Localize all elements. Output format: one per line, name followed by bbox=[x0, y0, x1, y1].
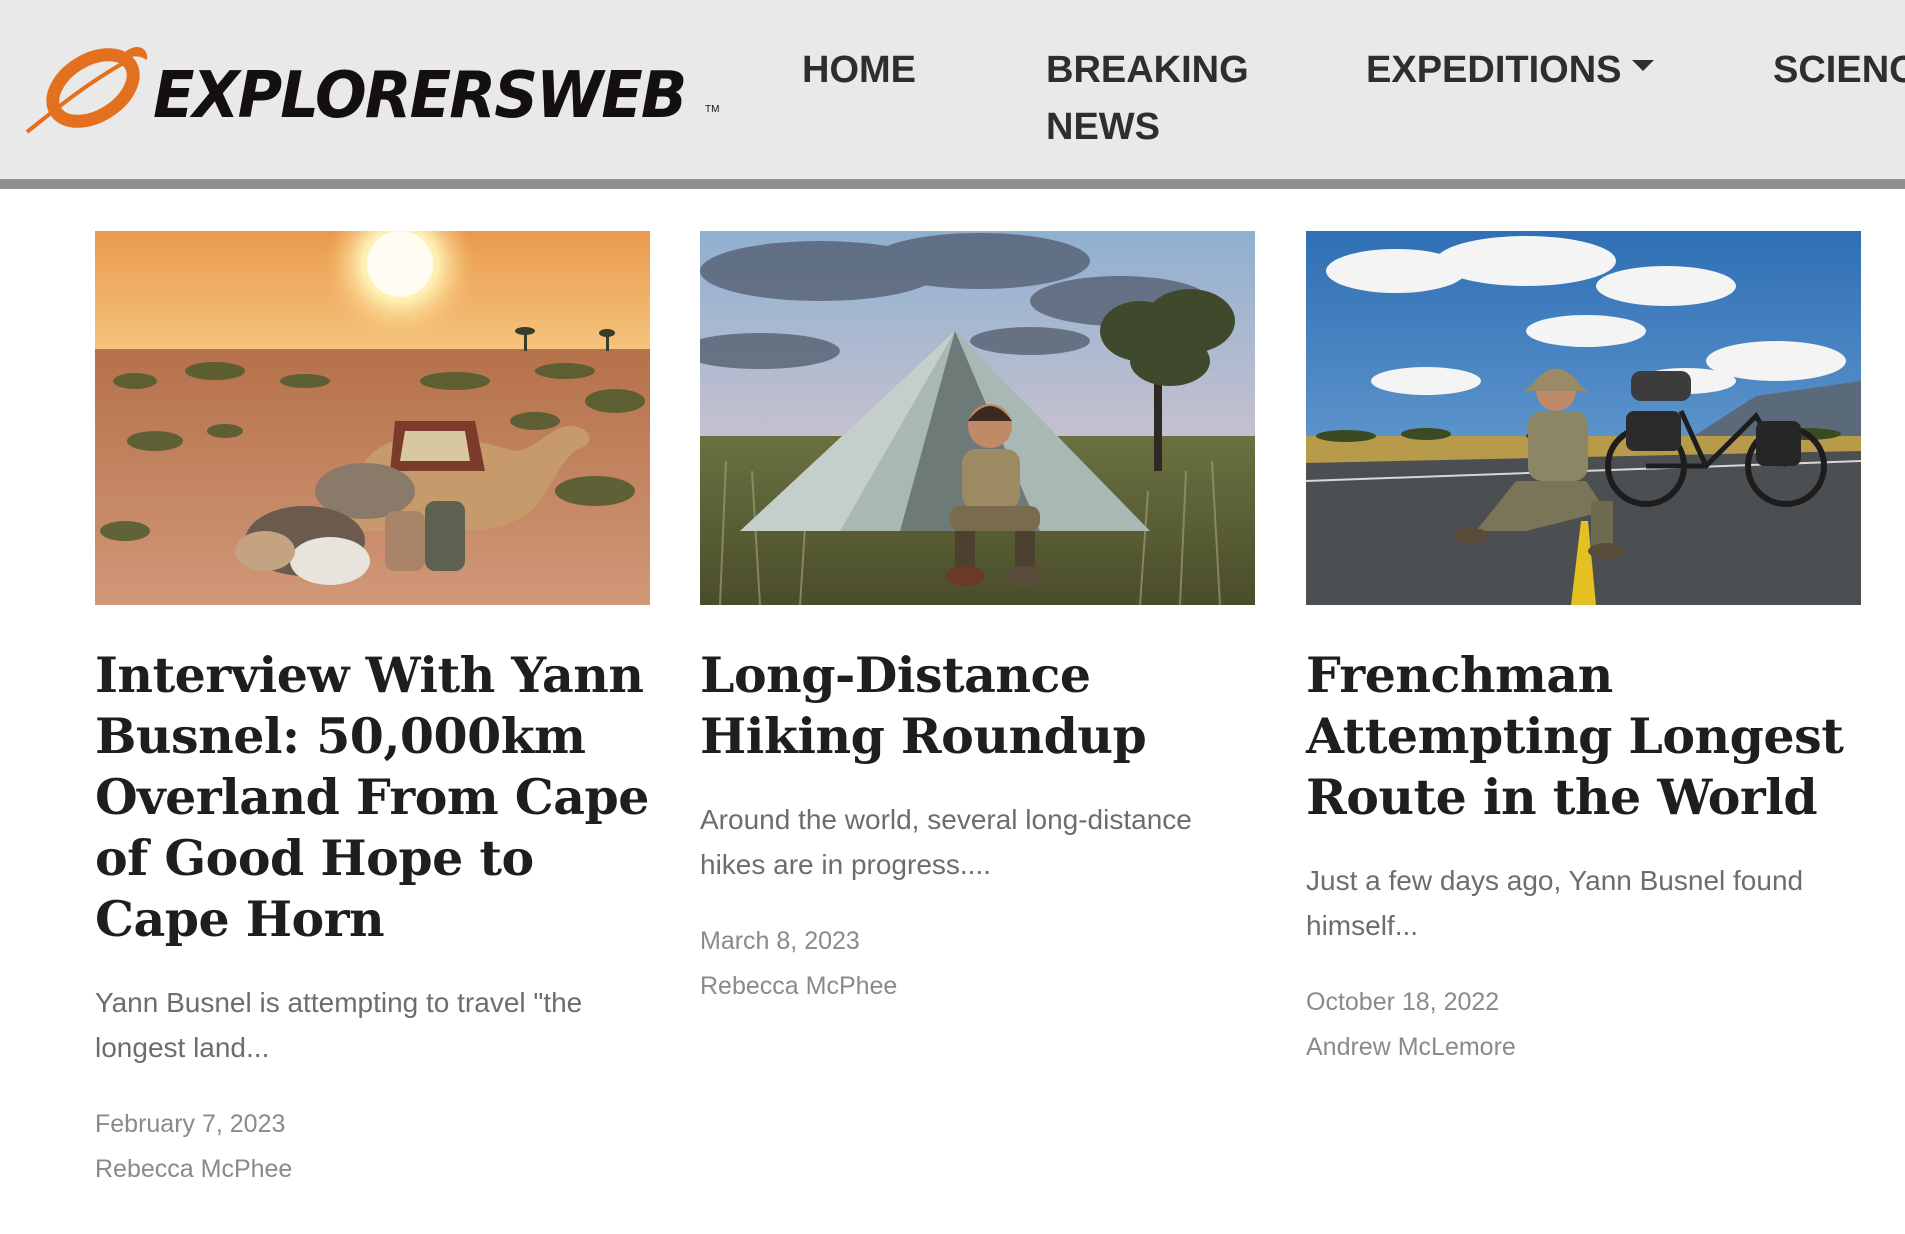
article-card: Long-Distance Hiking Roundup Around the … bbox=[700, 231, 1255, 1009]
article-image-camel-desert[interactable] bbox=[95, 231, 650, 605]
article-date: February 7, 2023 bbox=[95, 1110, 286, 1138]
article-date: March 8, 2023 bbox=[700, 927, 860, 955]
explorersweb-logo[interactable]: EXPLORERSWEB TM bbox=[25, 40, 719, 140]
nav-item-science[interactable]: SCIENC bbox=[1773, 42, 1905, 99]
article-excerpt: Yann Busnel is attempting to travel "the… bbox=[95, 987, 583, 1063]
article-author[interactable]: Rebecca McPhee bbox=[95, 1147, 650, 1192]
article-title[interactable]: Long-Distance Hiking Roundup bbox=[700, 645, 1255, 767]
article-author[interactable]: Rebecca McPhee bbox=[700, 964, 1255, 1009]
article-date: October 18, 2022 bbox=[1306, 988, 1500, 1016]
article-author[interactable]: Andrew McLemore bbox=[1306, 1025, 1861, 1070]
logo-trademark: TM bbox=[705, 104, 720, 115]
article-card: Interview With Yann Busnel: 50,000km Ove… bbox=[95, 231, 650, 1192]
article-excerpt: Around the world, several long-distance … bbox=[700, 804, 1192, 880]
explorersweb-swoosh-icon bbox=[25, 46, 148, 134]
article-image-hiker-tent[interactable] bbox=[700, 231, 1255, 605]
article-excerpt: Just a few days ago, Yann Busnel found h… bbox=[1306, 865, 1804, 941]
nav-item-expeditions[interactable]: EXPEDITIONS bbox=[1366, 42, 1654, 99]
article-card: Frenchman Attempting Longest Route in th… bbox=[1306, 231, 1861, 1070]
nav-item-expeditions-label: EXPEDITIONS bbox=[1366, 49, 1622, 91]
logo-wordmark: EXPLORERSWEB bbox=[153, 59, 687, 133]
article-title[interactable]: Frenchman Attempting Longest Route in th… bbox=[1306, 645, 1861, 828]
article-title[interactable]: Interview With Yann Busnel: 50,000km Ove… bbox=[95, 645, 650, 950]
nav-item-home[interactable]: HOME bbox=[802, 42, 916, 99]
nav-item-breaking-news[interactable]: BREAKING NEWS bbox=[1046, 42, 1249, 156]
site-header: EXPLORERSWEB TM HOME BREAKING NEWS EXPED… bbox=[0, 0, 1905, 189]
article-image-cyclist-road[interactable] bbox=[1306, 231, 1861, 605]
caret-down-icon bbox=[1631, 60, 1654, 72]
